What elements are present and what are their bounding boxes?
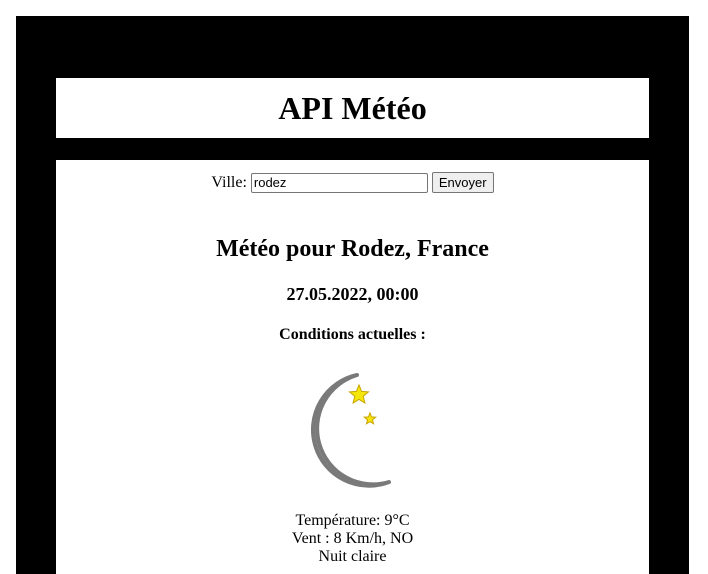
- weather-title: Météo pour Rodez, France: [216, 236, 489, 262]
- star-large: [348, 383, 370, 405]
- city-input[interactable]: [250, 172, 428, 193]
- moon-stars-svg: [311, 373, 391, 488]
- page-title: API Météo: [278, 90, 427, 126]
- city-label: Ville:: [211, 173, 247, 191]
- header: API Météo: [56, 78, 649, 138]
- page-frame: API Météo Ville: Envoyer Météo pour Rode…: [16, 16, 689, 574]
- moon-stars-icon: [297, 370, 407, 490]
- city-form: Ville: Envoyer: [56, 172, 649, 193]
- submit-button[interactable]: Envoyer: [431, 172, 494, 193]
- temperature-text: Température: 9°C: [295, 512, 410, 529]
- weather-datetime: 27.05.2022, 00:00: [286, 284, 419, 304]
- main-content: Ville: Envoyer Météo pour Rodez, France …: [56, 160, 649, 574]
- weather-details: Température: 9°C Vent : 8 Km/h, NO Nuit …: [56, 512, 649, 566]
- description-text: Nuit claire: [318, 548, 387, 565]
- conditions-label: Conditions actuelles :: [279, 326, 426, 343]
- wind-text: Vent : 8 Km/h, NO: [291, 530, 414, 547]
- star-small: [363, 411, 377, 425]
